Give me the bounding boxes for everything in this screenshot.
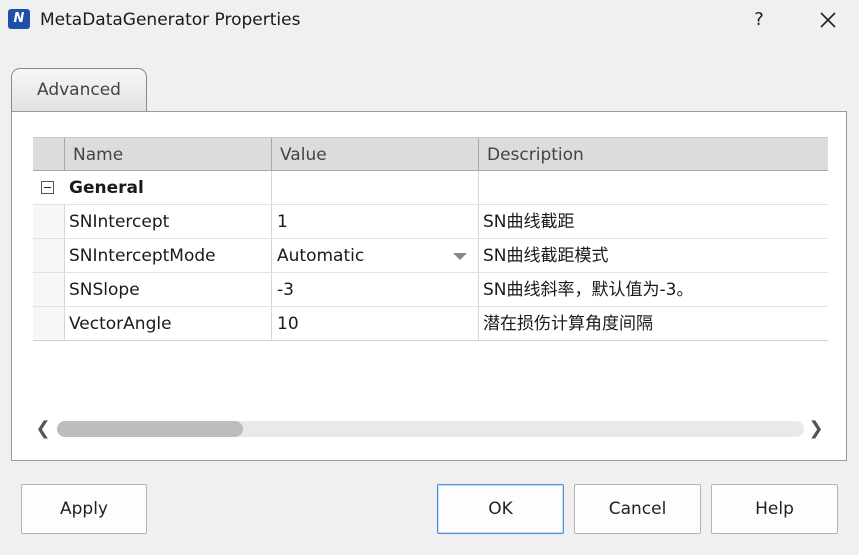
header-gutter [33, 138, 65, 171]
collapse-icon[interactable] [41, 181, 54, 194]
property-name: VectorAngle [65, 307, 272, 340]
grid-header: Name Value Description [33, 137, 828, 171]
property-description: SN曲线截距模式 [483, 246, 609, 266]
column-header-value[interactable]: Value [272, 138, 479, 171]
horizontal-scrollbar[interactable]: ❮ ❯ [33, 418, 828, 440]
property-description: SN曲线斜率，默认值为-3。 [483, 280, 694, 300]
scroll-right-icon[interactable]: ❯ [808, 418, 824, 440]
property-value-field[interactable]: 10 [272, 307, 479, 340]
cancel-button[interactable]: Cancel [574, 484, 701, 534]
row-gutter [33, 171, 65, 204]
ok-button[interactable]: OK [437, 484, 564, 534]
app-icon: N [8, 9, 30, 29]
table-row[interactable]: VectorAngle 10 潜在损伤计算角度间隔 [33, 307, 828, 341]
table-row[interactable]: SNIntercept 1 SN曲线截距 [33, 205, 828, 239]
property-name: SNInterceptMode [65, 239, 272, 272]
apply-button[interactable]: Apply [21, 484, 147, 534]
group-desc-cell [479, 171, 828, 204]
help-question-button[interactable]: ? [744, 6, 774, 34]
property-value-field[interactable]: 1 [272, 205, 479, 238]
property-description: SN曲线截距 [483, 212, 575, 232]
table-row[interactable]: SNSlope -3 SN曲线斜率，默认值为-3。 [33, 273, 828, 307]
table-row[interactable]: SNInterceptMode Automatic SN曲线截距模式 [33, 239, 828, 273]
property-description: 潜在损伤计算角度间隔 [483, 314, 653, 334]
property-name: SNIntercept [65, 205, 272, 238]
row-gutter [33, 205, 65, 238]
close-icon [820, 12, 836, 28]
property-name: SNSlope [65, 273, 272, 306]
title-bar: N MetaDataGenerator Properties ? [0, 0, 859, 40]
property-value-field[interactable]: -3 [272, 273, 479, 306]
tab-advanced[interactable]: Advanced [11, 68, 147, 111]
property-value-dropdown[interactable]: Automatic [272, 239, 479, 272]
dropdown-selected-value: Automatic [277, 246, 365, 266]
scroll-thumb[interactable] [57, 421, 243, 437]
chevron-down-icon[interactable] [453, 253, 467, 260]
group-label: General [65, 171, 272, 204]
scroll-left-icon[interactable]: ❮ [35, 418, 51, 440]
group-value-cell [272, 171, 479, 204]
column-header-name[interactable]: Name [65, 138, 272, 171]
close-button[interactable] [812, 6, 844, 34]
help-button[interactable]: Help [711, 484, 838, 534]
row-gutter [33, 307, 65, 340]
row-gutter [33, 273, 65, 306]
properties-panel: Name Value Description General SNInterce… [11, 111, 847, 461]
column-header-description[interactable]: Description [479, 138, 828, 171]
row-gutter [33, 239, 65, 272]
window-title: MetaDataGenerator Properties [40, 10, 301, 30]
group-row-general: General [33, 171, 828, 205]
property-grid: Name Value Description General SNInterce… [33, 137, 828, 341]
